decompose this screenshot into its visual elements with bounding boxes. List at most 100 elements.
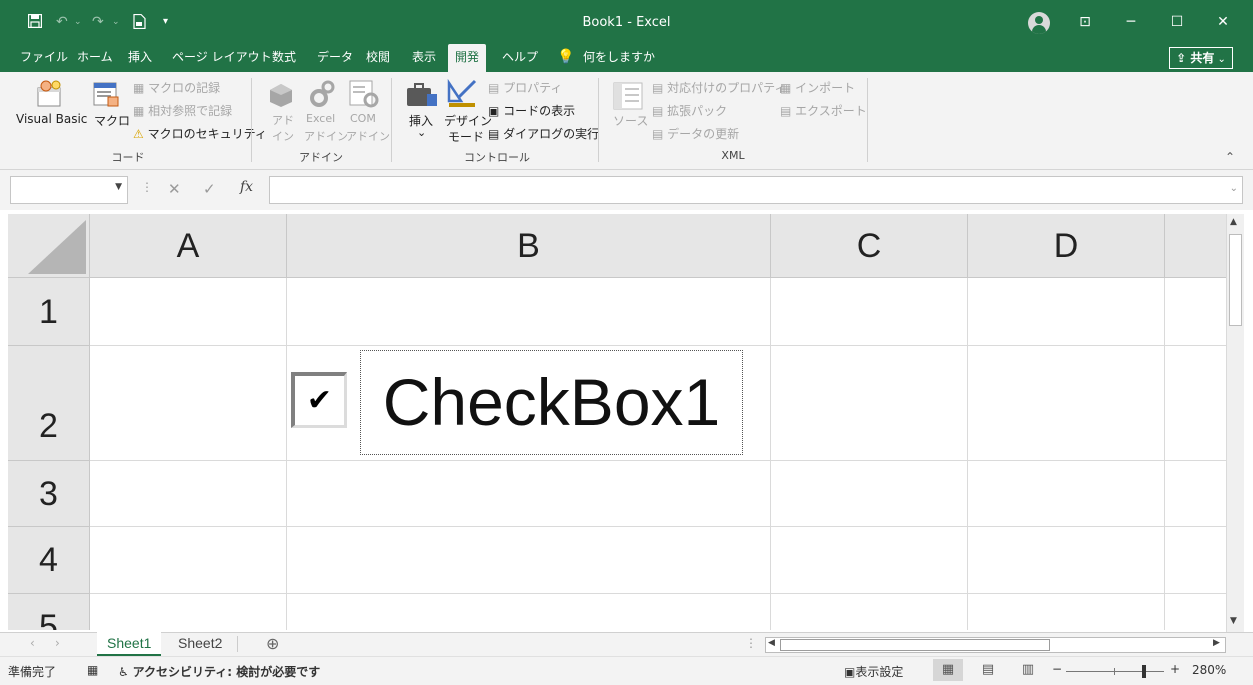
redo-dropdown-icon[interactable]: ⌄ (112, 12, 120, 32)
zoom-level[interactable]: 280% (1192, 663, 1226, 677)
scroll-right-icon[interactable]: ▶ (1213, 638, 1220, 648)
relative-reference-button[interactable]: ▦ 相対参照で記録 (133, 102, 232, 119)
addins-icon[interactable] (268, 82, 294, 111)
tab-formulas[interactable]: 数式 (270, 44, 298, 72)
tab-page-layout[interactable]: ページ レイアウト (170, 44, 274, 72)
properties-button[interactable]: ▤ プロパティ (488, 79, 562, 96)
save-icon[interactable] (27, 13, 43, 34)
design-mode-label-2[interactable]: モード (448, 128, 484, 145)
normal-view-icon[interactable]: ▦ (933, 659, 963, 681)
design-mode-label-1[interactable]: デザイン (444, 112, 492, 129)
tab-help[interactable]: ヘルプ (500, 44, 540, 72)
redo-icon[interactable]: ↷ (92, 12, 104, 32)
macro-button[interactable]: マクロ (94, 112, 130, 129)
visual-basic-icon[interactable] (36, 80, 66, 111)
cancel-icon[interactable]: ✕ (168, 180, 181, 198)
tell-me-search[interactable]: 何をしますか (581, 44, 657, 72)
map-properties-button[interactable]: ▤ 対応付けのプロパティ (652, 79, 786, 96)
visual-basic-button[interactable]: Visual Basic (16, 112, 87, 126)
display-settings-button[interactable]: ▣表示設定 (844, 663, 903, 680)
design-mode-icon[interactable] (447, 78, 479, 112)
vertical-scrollbar[interactable]: ▲ ▼ (1226, 214, 1244, 632)
macro-icon[interactable] (92, 80, 122, 111)
column-header-c[interactable]: C (771, 214, 968, 278)
checkbox1-label-frame[interactable]: CheckBox1 (360, 350, 743, 455)
sheet-tab-sheet1[interactable]: Sheet1 (97, 632, 162, 656)
scroll-down-icon[interactable]: ▼ (1230, 616, 1237, 626)
zoom-slider-thumb[interactable] (1142, 665, 1147, 678)
next-sheet-icon[interactable]: › (55, 636, 60, 650)
scroll-up-icon[interactable]: ▲ (1230, 217, 1237, 227)
undo-dropdown-icon[interactable]: ⌄ (74, 12, 82, 32)
name-box[interactable]: ▼ (10, 176, 128, 204)
close-button[interactable]: ✕ (1200, 0, 1246, 44)
collapse-ribbon-icon[interactable]: ⌃ (1225, 150, 1235, 164)
zoom-out-button[interactable]: − (1052, 662, 1062, 676)
tab-developer[interactable]: 開発 (448, 44, 487, 72)
column-header-a[interactable]: A (90, 214, 287, 278)
share-button[interactable]: ⇪ 共有 ⌄ (1169, 47, 1233, 69)
restore-button[interactable]: ☐ (1154, 0, 1200, 44)
tab-insert[interactable]: 挿入 (126, 44, 154, 72)
select-all-button[interactable] (8, 214, 90, 278)
com-addins-icon[interactable] (349, 80, 379, 111)
vertical-scroll-thumb[interactable] (1229, 234, 1242, 326)
row-header-1[interactable]: 1 (8, 278, 90, 346)
customize-toolbar-icon[interactable]: ▾ (163, 12, 168, 32)
expand-formula-icon[interactable]: ⌄ (1230, 183, 1238, 194)
formula-bar-grip-icon[interactable]: ⋮ (141, 180, 153, 194)
name-box-dropdown-icon[interactable]: ▼ (115, 182, 122, 192)
tab-split-grip-icon[interactable]: ⋮ (745, 636, 757, 650)
insert-dropdown-icon[interactable]: ⌄ (417, 126, 426, 139)
macro-record-status-icon[interactable]: ▦ (87, 663, 98, 677)
tab-home[interactable]: ホーム (75, 44, 115, 72)
row-header-3[interactable]: 3 (8, 461, 90, 527)
tab-view[interactable]: 表示 (410, 44, 438, 72)
undo-icon[interactable]: ↶ (56, 12, 68, 32)
insert-function-icon[interactable]: fx (240, 179, 253, 195)
run-dialog-button[interactable]: ▤ ダイアログの実行 (488, 125, 599, 142)
xml-source-icon[interactable] (613, 82, 643, 113)
xml-source-button[interactable]: ソース (613, 112, 648, 129)
macro-security-button[interactable]: ⚠ マクロのセキュリティ (133, 125, 267, 142)
tab-file[interactable]: ファイル (18, 44, 70, 72)
gridline (90, 460, 1226, 461)
gridline (90, 345, 1226, 346)
excel-addins-icon[interactable] (309, 80, 335, 111)
print-preview-icon[interactable] (133, 13, 146, 34)
scroll-left-icon[interactable]: ◀ (768, 638, 775, 648)
horizontal-scrollbar[interactable]: ◀ ▶ (765, 637, 1226, 653)
ribbon-display-options-icon[interactable]: ⊡ (1062, 0, 1108, 44)
horizontal-scroll-thumb[interactable] (780, 639, 1050, 651)
zoom-in-button[interactable]: + (1170, 662, 1180, 676)
row-header-4[interactable]: 4 (8, 527, 90, 594)
column-header-d[interactable]: D (968, 214, 1165, 278)
checkbox1-box[interactable]: ✔ (291, 372, 347, 428)
tab-review[interactable]: 校閲 (364, 44, 392, 72)
account-avatar-icon[interactable] (1028, 12, 1050, 34)
ribbon-tabs: ファイル ホーム 挿入 ページ レイアウト 数式 データ 校閲 表示 開発 ヘル… (0, 44, 1253, 72)
zoom-slider[interactable] (1066, 665, 1164, 678)
new-sheet-icon[interactable]: ⊕ (266, 634, 279, 653)
tab-data[interactable]: データ (315, 44, 355, 72)
formula-input[interactable]: ⌄ (269, 176, 1243, 204)
sheet-tab-sheet2[interactable]: Sheet2 (168, 632, 232, 656)
enter-icon[interactable]: ✓ (203, 180, 216, 198)
export-button[interactable]: ▤ エクスポート (780, 102, 867, 119)
checkbox1-label: CheckBox1 (382, 365, 721, 439)
import-button[interactable]: ▦ インポート (780, 79, 855, 96)
expansion-packs-button[interactable]: ▤ 拡張パック (652, 102, 727, 119)
row-header-2[interactable]: 2 (8, 346, 90, 461)
view-code-button[interactable]: ▣ コードの表示 (488, 102, 575, 119)
page-layout-view-icon[interactable]: ▤ (973, 659, 1003, 681)
refresh-data-button[interactable]: ▤ データの更新 (652, 125, 739, 142)
page-break-preview-icon[interactable]: ▥ (1013, 659, 1043, 681)
row-header-5[interactable]: 5 (8, 594, 90, 630)
column-header-e[interactable] (1165, 214, 1226, 278)
column-header-b[interactable]: B (287, 214, 771, 278)
minimize-button[interactable]: ─ (1108, 0, 1154, 44)
insert-control-icon[interactable] (405, 80, 439, 113)
prev-sheet-icon[interactable]: ‹ (30, 636, 35, 650)
accessibility-status[interactable]: ♿ アクセシビリティ: 検討が必要です (118, 663, 320, 680)
record-macro-button[interactable]: ▦ マクロの記録 (133, 79, 220, 96)
